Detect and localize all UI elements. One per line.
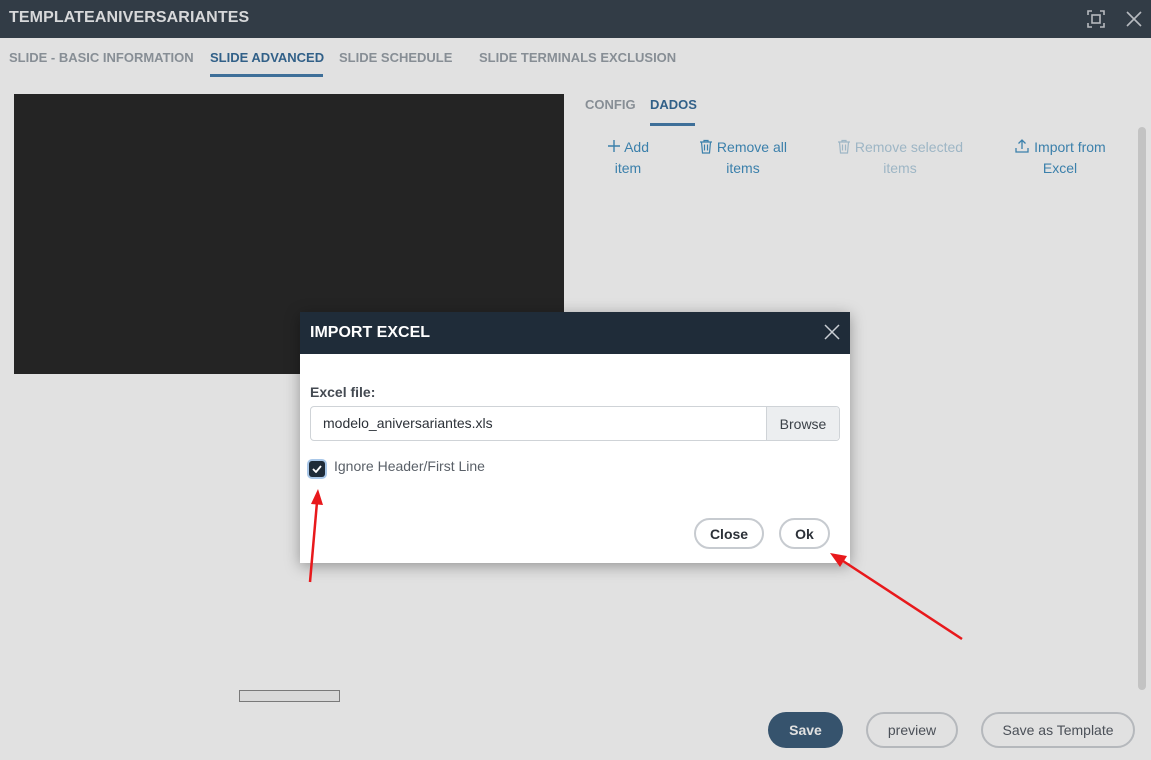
- dialog-close-button[interactable]: Close: [694, 518, 764, 549]
- excel-file-label: Excel file:: [310, 384, 376, 400]
- close-icon[interactable]: [823, 323, 841, 341]
- dialog-title: IMPORT EXCEL: [310, 324, 431, 341]
- dialog-ok-button[interactable]: Ok: [779, 518, 830, 549]
- ignore-header-label: Ignore Header/First Line: [334, 458, 485, 474]
- checkmark-icon: [312, 465, 322, 473]
- dialog-header: IMPORT EXCEL: [300, 312, 850, 354]
- ignore-header-checkbox[interactable]: [309, 461, 325, 477]
- excel-file-input[interactable]: modelo_aniversariantes.xls Browse: [310, 406, 840, 441]
- import-excel-dialog: IMPORT EXCEL Excel file: modelo_aniversa…: [300, 312, 850, 563]
- excel-file-value: modelo_aniversariantes.xls: [323, 415, 493, 431]
- browse-button[interactable]: Browse: [766, 407, 839, 440]
